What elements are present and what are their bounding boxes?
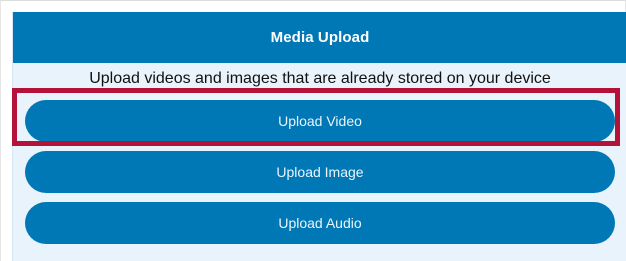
upload-image-label: Upload Image [276,164,364,180]
page-title: Media Upload [270,29,370,46]
upload-video-label: Upload Video [278,113,362,129]
upload-audio-label: Upload Audio [278,215,362,231]
upload-audio-button[interactable]: Upload Audio [25,202,615,244]
media-upload-panel: Media Upload Upload videos and images th… [12,12,626,261]
upload-image-button[interactable]: Upload Image [25,151,615,193]
upload-video-button[interactable]: Upload Video [25,100,615,142]
upload-instructions: Upload videos and images that are alread… [89,70,551,87]
panel-header: Media Upload [13,12,626,63]
